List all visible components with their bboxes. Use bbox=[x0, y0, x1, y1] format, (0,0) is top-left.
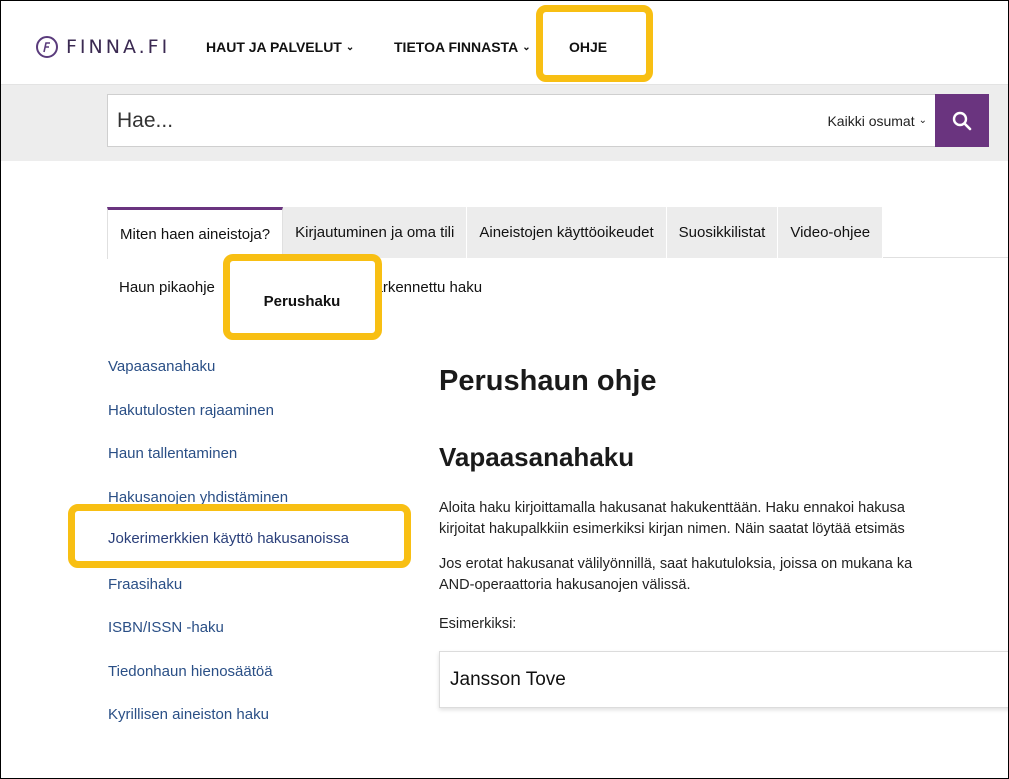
sidenav-link[interactable]: ISBN/ISSN -haku bbox=[108, 618, 408, 662]
logo-text: FINNA.FI bbox=[66, 36, 171, 58]
subtab-label: Tarkennettu haku bbox=[367, 279, 483, 296]
chevron-down-icon: ⌄ bbox=[522, 41, 531, 53]
site-logo[interactable]: FINNA.FI bbox=[36, 32, 170, 62]
tab-label: Suosikkilistat bbox=[678, 224, 766, 241]
paragraph-line: Aloita haku kirjoittamalla hakusanat hak… bbox=[439, 500, 905, 516]
example-value: Jansson Tove bbox=[450, 668, 566, 690]
sidenav-link[interactable]: Jokerimerkkien käyttö hakusanoissa bbox=[108, 529, 408, 573]
subtab-tarkennettu-haku[interactable]: Tarkennettu haku bbox=[367, 279, 482, 296]
search-button[interactable] bbox=[935, 94, 989, 147]
search-icon bbox=[952, 111, 972, 130]
tab-video-ohjeet[interactable]: Video-ohjee bbox=[778, 207, 884, 258]
chevron-down-icon: ⌄ bbox=[918, 115, 927, 126]
paragraph: Jos erotat hakusanat välilyönnillä, saat… bbox=[439, 554, 1008, 596]
subtab-label: Perushaku bbox=[263, 292, 341, 310]
tab-kayttooikeudet[interactable]: Aineistojen käyttöoikeudet bbox=[467, 207, 667, 258]
subtab-label: Haun pikaohje bbox=[119, 279, 215, 296]
tab-suosikkilistat[interactable]: Suosikkilistat bbox=[666, 207, 779, 258]
nav-label: OHJE bbox=[569, 39, 608, 55]
finna-logo-icon bbox=[36, 36, 58, 58]
sidenav-link[interactable]: Tiedonhaun hienosäätöä bbox=[108, 662, 408, 706]
help-tabs: Miten haen aineistoja? Kirjautuminen ja … bbox=[107, 207, 1008, 259]
tab-miten-haen-aineistoja[interactable]: Miten haen aineistoja? bbox=[107, 207, 284, 259]
tab-label: Kirjautuminen ja oma tili bbox=[295, 224, 455, 241]
nav-label: HAUT JA PALVELUT bbox=[206, 39, 342, 55]
side-navigation: Vapaasanahaku Hakutulosten rajaaminen Ha… bbox=[108, 357, 408, 749]
sidenav-link[interactable]: Hakutulosten rajaaminen bbox=[108, 401, 408, 445]
page-title: Perushaun ohje bbox=[439, 365, 657, 397]
tab-label: Video-ohjee bbox=[790, 224, 871, 241]
tab-label: Miten haen aineistoja? bbox=[120, 226, 271, 243]
subtab-haun-pikaohje[interactable]: Haun pikaohje bbox=[119, 279, 215, 296]
section-title: Vapaasanahaku bbox=[439, 442, 635, 472]
paragraph: Aloita haku kirjoittamalla hakusanat hak… bbox=[439, 498, 1008, 540]
paragraph-line: Jos erotat hakusanat välilyönnillä, saat… bbox=[439, 556, 913, 572]
sidenav-link[interactable]: Fraasihaku bbox=[108, 575, 408, 619]
top-navigation-bar: FINNA.FI HAUT JA PALVELUT ⌄ TIETOA FINNA… bbox=[1, 1, 1008, 85]
nav-ohje[interactable]: OHJE bbox=[569, 39, 607, 55]
nav-tietoa-finnasta[interactable]: TIETOA FINNASTA ⌄ bbox=[394, 39, 531, 55]
page: FINNA.FI HAUT JA PALVELUT ⌄ TIETOA FINNA… bbox=[0, 0, 1009, 779]
paragraph-line: kirjoitat hakupalkkiin esimerkiksi kirja… bbox=[439, 521, 905, 537]
main-content: Perushaun ohje Vapaasanahaku Aloita haku… bbox=[439, 365, 1008, 708]
sidenav-link[interactable]: Kyrillisen aineiston haku bbox=[108, 705, 408, 749]
tab-kirjautuminen[interactable]: Kirjautuminen ja oma tili bbox=[283, 207, 468, 258]
nav-label: TIETOA FINNASTA bbox=[394, 39, 519, 55]
search-scope-dropdown[interactable]: Kaikki osumat ⌄ bbox=[827, 113, 935, 129]
sidenav-link[interactable]: Haun tallentaminen bbox=[108, 444, 408, 488]
search-input[interactable] bbox=[108, 95, 828, 146]
chevron-down-icon: ⌄ bbox=[345, 41, 355, 53]
paragraph-line: AND-operaattoria hakusanojen välissä. bbox=[439, 577, 691, 593]
search-box: Kaikki osumat ⌄ bbox=[107, 94, 989, 147]
sidenav-link[interactable]: Vapaasanahaku bbox=[108, 357, 408, 401]
sidenav-link[interactable]: Hakusanojen yhdistäminen bbox=[108, 488, 408, 532]
example-label: Esimerkiksi: bbox=[439, 616, 517, 632]
example-box: Jansson Tove bbox=[439, 651, 1008, 708]
search-scope-label: Kaikki osumat bbox=[827, 112, 915, 129]
nav-haut-ja-palvelut[interactable]: HAUT JA PALVELUT ⌄ bbox=[206, 39, 354, 55]
search-bar-area: Kaikki osumat ⌄ bbox=[1, 85, 1008, 161]
tab-label: Aineistojen käyttöoikeudet bbox=[479, 224, 654, 241]
subtab-perushaku[interactable]: Perushaku bbox=[227, 265, 377, 337]
